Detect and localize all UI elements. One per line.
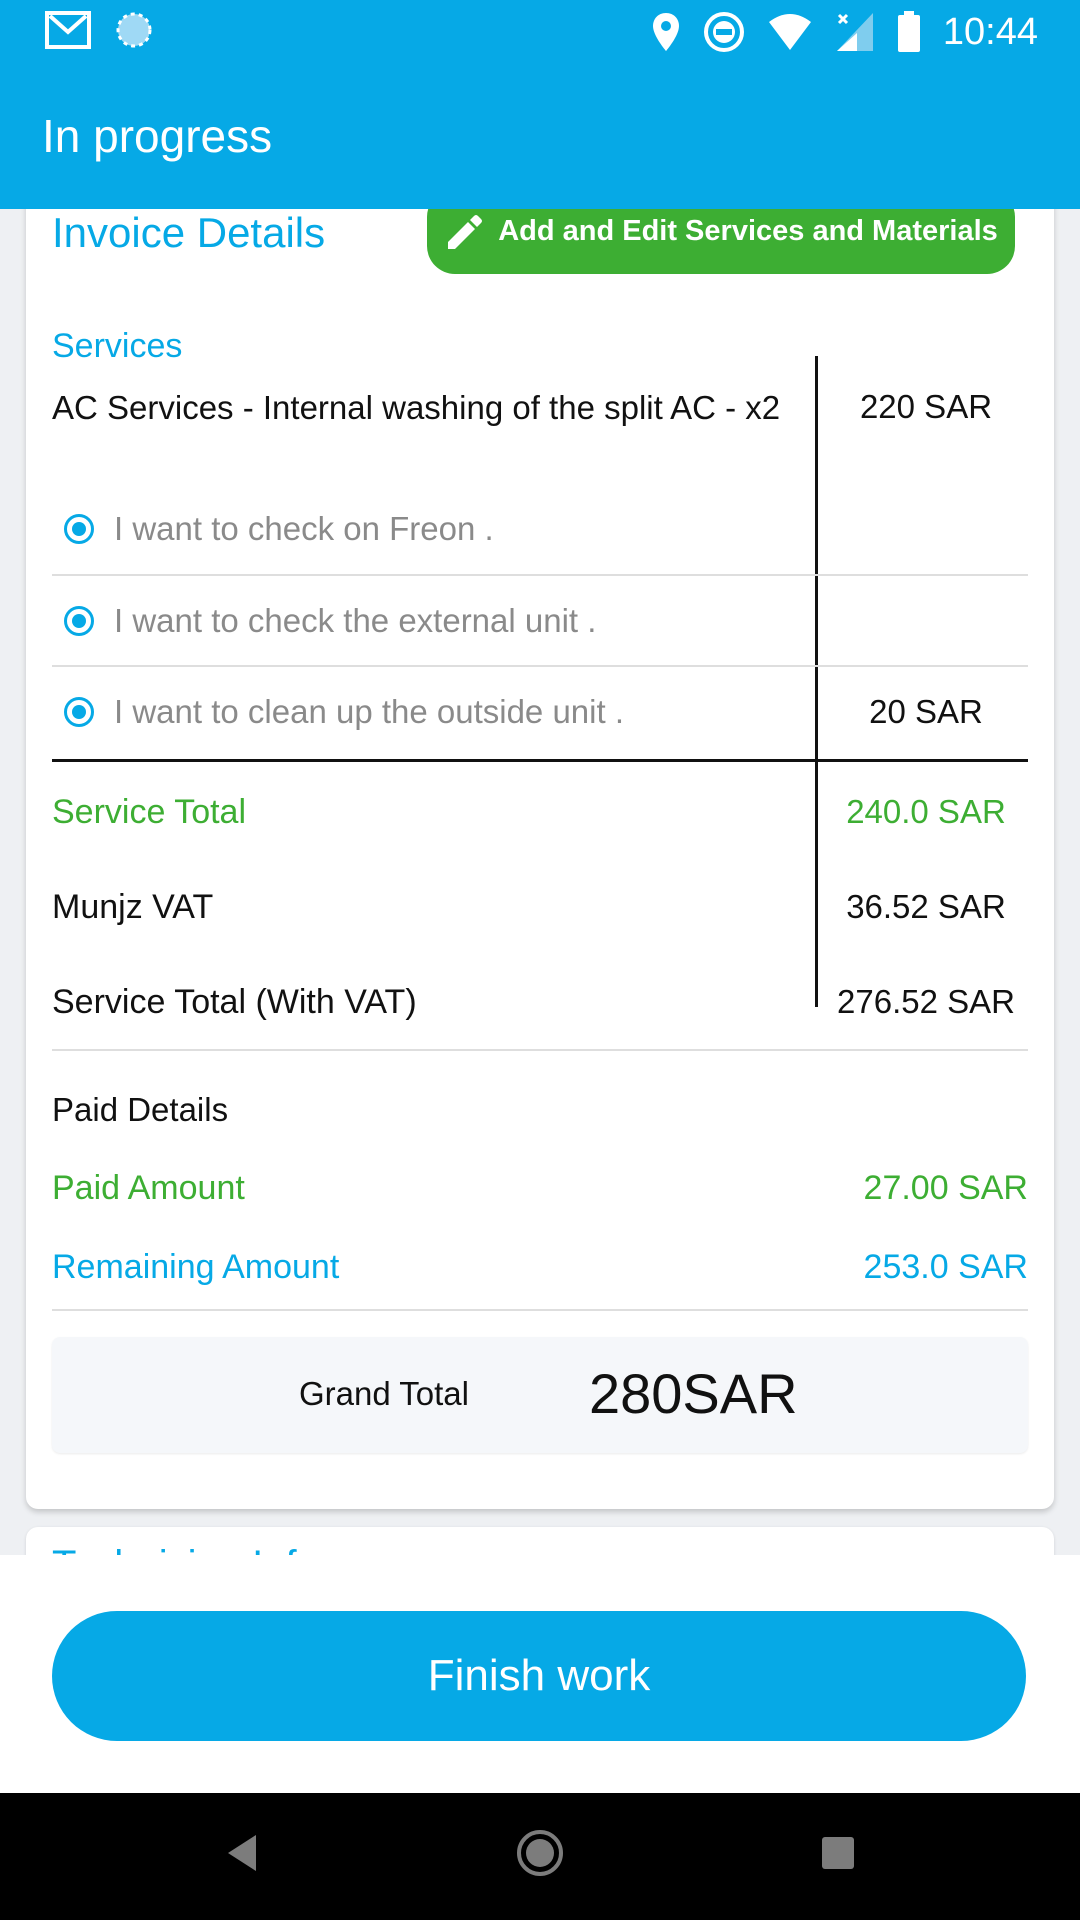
paid-amount-value: 27.00 SAR [863, 1169, 1028, 1207]
add-edit-services-label: Add and Edit Services and Materials [498, 215, 998, 247]
vat-label: Munjz VAT [52, 888, 214, 926]
home-icon[interactable] [510, 1823, 570, 1883]
location-icon [652, 13, 679, 51]
system-nav-bar [0, 1793, 1080, 1920]
total-with-vat-value: 276.52 SAR [837, 983, 1015, 1020]
remaining-amount-row: Remaining Amount 253.0 SAR [52, 1248, 1028, 1298]
radio-selected-icon[interactable] [64, 606, 94, 636]
radio-selected-icon[interactable] [64, 514, 94, 544]
signal-icon [836, 13, 873, 51]
dnd-icon [703, 12, 744, 52]
gmail-icon [45, 11, 91, 49]
service-option[interactable]: I want to clean up the outside unit . 20… [52, 667, 1032, 757]
service-total-row: Service Total 240.0 SAR [52, 783, 1028, 843]
services-label: Services [52, 327, 183, 365]
paid-amount-label: Paid Amount [52, 1169, 245, 1207]
invoice-card: Invoice Details Add and Edit Services an… [26, 209, 1054, 1509]
invoice-title: Invoice Details [52, 209, 326, 256]
paid-amount-row: Paid Amount 27.00 SAR [52, 1169, 1028, 1219]
radio-selected-icon[interactable] [64, 697, 94, 727]
add-edit-services-button[interactable]: Add and Edit Services and Materials [427, 209, 1015, 274]
divider [52, 1309, 1028, 1311]
technician-info-title: Technician Info [52, 1543, 319, 1555]
totals-divider [52, 759, 1028, 762]
pencil-icon [448, 214, 483, 249]
battery-icon [897, 11, 920, 52]
divider [52, 1049, 1028, 1051]
grand-total-box: Grand Total 280SAR [52, 1337, 1028, 1453]
option-text: I want to check on Freon . [114, 510, 494, 547]
bottom-action-area: Finish work [0, 1555, 1080, 1793]
service-option[interactable]: I want to check the external unit . [52, 576, 1032, 666]
option-text: I want to check the external unit . [114, 602, 597, 639]
remaining-amount-value: 253.0 SAR [863, 1248, 1028, 1286]
service-total-label: Service Total [52, 793, 247, 831]
service-total-value: 240.0 SAR [846, 793, 1006, 830]
sync-icon [116, 12, 152, 48]
option-price: 20 SAR [869, 693, 983, 730]
paid-details-title: Paid Details [52, 1091, 229, 1128]
clock: 10:44 [942, 11, 1038, 53]
service-option[interactable]: I want to check on Freon . [52, 484, 1032, 574]
vat-value: 36.52 SAR [846, 888, 1006, 925]
total-with-vat-row: Service Total (With VAT) 276.52 SAR [52, 973, 1028, 1033]
vat-row: Munjz VAT 36.52 SAR [52, 878, 1028, 938]
finish-work-button[interactable]: Finish work [52, 1611, 1026, 1741]
service-price: 220 SAR [859, 388, 993, 425]
remaining-amount-label: Remaining Amount [52, 1248, 340, 1286]
recents-icon[interactable] [808, 1823, 868, 1883]
grand-total-value: 280SAR [589, 1362, 798, 1425]
technician-info-card: Technician Info [26, 1527, 1054, 1555]
back-icon[interactable] [212, 1823, 272, 1883]
total-with-vat-label: Service Total (With VAT) [52, 983, 417, 1021]
grand-total-label: Grand Total [299, 1375, 469, 1412]
scroll-content[interactable]: Invoice Details Add and Edit Services an… [0, 209, 1080, 1555]
wifi-icon [768, 14, 811, 50]
status-bar: 10:44 [0, 0, 1080, 64]
option-text: I want to clean up the outside unit . [114, 693, 625, 730]
app-bar: In progress [0, 64, 1080, 209]
page-title: In progress [42, 110, 273, 162]
service-name: AC Services - Internal washing of the sp… [52, 389, 781, 426]
